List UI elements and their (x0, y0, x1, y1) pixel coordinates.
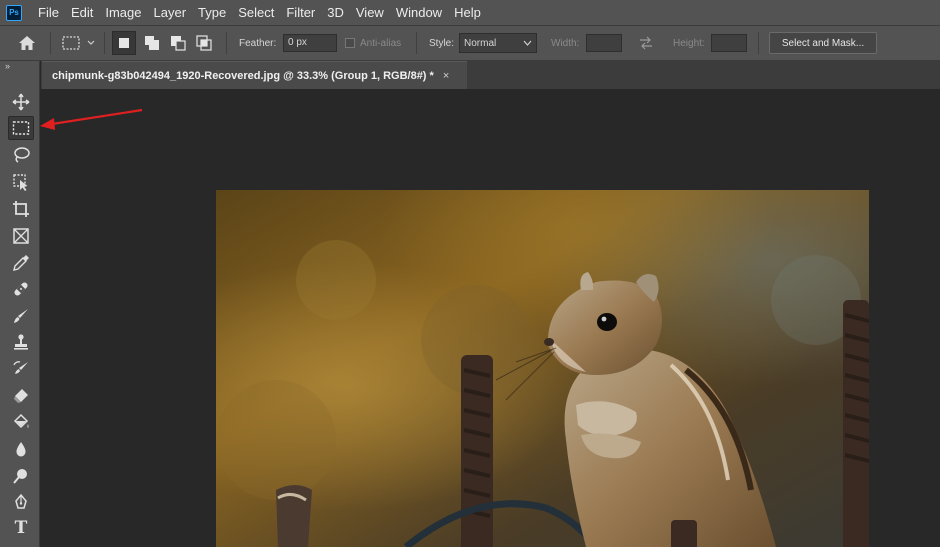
menu-filter[interactable]: Filter (280, 0, 321, 25)
feather-label: Feather: (239, 37, 277, 49)
divider (416, 32, 417, 54)
clone-stamp-tool[interactable] (8, 330, 34, 354)
brush-tool[interactable] (8, 304, 34, 328)
document-tab-bar: chipmunk-g83b042494_1920-Recovered.jpg @… (41, 61, 940, 89)
style-select[interactable]: Normal (459, 33, 537, 53)
tools-panel: » T (0, 61, 40, 547)
history-brush-icon (13, 361, 28, 374)
healing-bandage-icon (14, 282, 28, 296)
width-input[interactable] (586, 34, 622, 52)
paint-bucket-icon (13, 413, 29, 429)
type-icon: T (14, 518, 28, 538)
intersect-selection-icon (196, 35, 212, 51)
options-bar: Feather: 0 px Anti-alias Style: Normal W… (0, 25, 940, 61)
lasso-icon (14, 147, 30, 163)
swap-arrows-icon (640, 36, 652, 50)
menu-bar: Ps File Edit Image Layer Type Select Fil… (0, 0, 940, 25)
intersect-selection-button[interactable] (192, 31, 216, 55)
menu-3d[interactable]: 3D (321, 0, 350, 25)
object-selection-tool[interactable] (8, 170, 34, 194)
crop-tool[interactable] (8, 197, 34, 221)
photoshop-logo-icon[interactable]: Ps (6, 4, 22, 21)
frame-tool[interactable] (8, 224, 34, 248)
home-icon (19, 36, 35, 50)
anti-alias-label: Anti-alias (360, 37, 402, 49)
subtract-selection-icon (171, 36, 186, 51)
menu-edit[interactable]: Edit (65, 0, 99, 25)
height-input[interactable] (711, 34, 747, 52)
divider (50, 32, 51, 54)
clone-stamp-icon (14, 334, 28, 350)
collapse-panel-icon[interactable]: » (5, 61, 10, 71)
rectangular-marquee-icon (12, 121, 30, 135)
pen-tool[interactable] (8, 490, 34, 514)
dodge-icon (13, 469, 27, 484)
swap-width-height-button[interactable] (638, 26, 654, 60)
add-selection-icon (145, 36, 159, 50)
move-tool[interactable] (8, 90, 34, 114)
menu-window[interactable]: Window (390, 0, 448, 25)
divider (226, 32, 227, 54)
style-label: Style: (429, 37, 455, 49)
marquee-preset-icon (62, 36, 95, 50)
menu-type[interactable]: Type (192, 0, 232, 25)
eyedropper-tool[interactable] (8, 251, 34, 275)
lasso-tool[interactable] (8, 143, 34, 167)
eyedropper-icon (13, 255, 29, 271)
add-to-selection-button[interactable] (140, 31, 164, 55)
divider (758, 32, 759, 54)
eraser-tool[interactable] (8, 384, 34, 408)
frame-icon (13, 228, 29, 244)
width-label: Width: (551, 37, 580, 49)
divider (104, 32, 105, 54)
tool-preset-picker[interactable] (60, 26, 96, 60)
brush-icon (14, 309, 28, 323)
chevron-down-icon (523, 40, 532, 46)
menu-file[interactable]: File (32, 0, 65, 25)
home-button[interactable] (18, 26, 36, 60)
menu-layer[interactable]: Layer (148, 0, 193, 25)
spot-healing-brush-tool[interactable] (8, 277, 34, 301)
water-drop-icon (16, 442, 26, 457)
document-tab[interactable]: chipmunk-g83b042494_1920-Recovered.jpg @… (42, 61, 467, 89)
document-tab-title: chipmunk-g83b042494_1920-Recovered.jpg @… (52, 69, 434, 82)
new-selection-button[interactable] (112, 31, 136, 55)
subtract-from-selection-button[interactable] (166, 31, 190, 55)
dodge-tool[interactable] (8, 464, 34, 488)
object-selection-icon (13, 174, 28, 191)
style-value: Normal (464, 37, 497, 49)
height-label: Height: (673, 37, 705, 49)
menu-view[interactable]: View (350, 0, 390, 25)
blur-tool[interactable] (8, 437, 34, 461)
document-image[interactable] (216, 190, 869, 547)
move-icon (12, 93, 30, 111)
menu-image[interactable]: Image (99, 0, 147, 25)
anti-alias-checkbox[interactable]: Anti-alias (345, 26, 401, 60)
feather-input[interactable]: 0 px (283, 34, 337, 52)
type-tool[interactable]: T (8, 516, 34, 540)
close-icon[interactable]: × (443, 70, 449, 82)
rectangular-marquee-tool[interactable] (8, 116, 34, 140)
history-brush-tool[interactable] (8, 357, 34, 381)
menu-select[interactable]: Select (232, 0, 280, 25)
new-selection-icon (119, 38, 129, 48)
pen-nib-icon (15, 493, 27, 509)
chipmunk-photo (216, 190, 869, 547)
menu-help[interactable]: Help (448, 0, 487, 25)
eraser-icon (14, 389, 28, 403)
checkbox-icon (345, 38, 355, 48)
select-and-mask-button[interactable]: Select and Mask... (769, 32, 877, 54)
paint-bucket-tool[interactable] (8, 410, 34, 434)
crop-icon (13, 201, 29, 217)
